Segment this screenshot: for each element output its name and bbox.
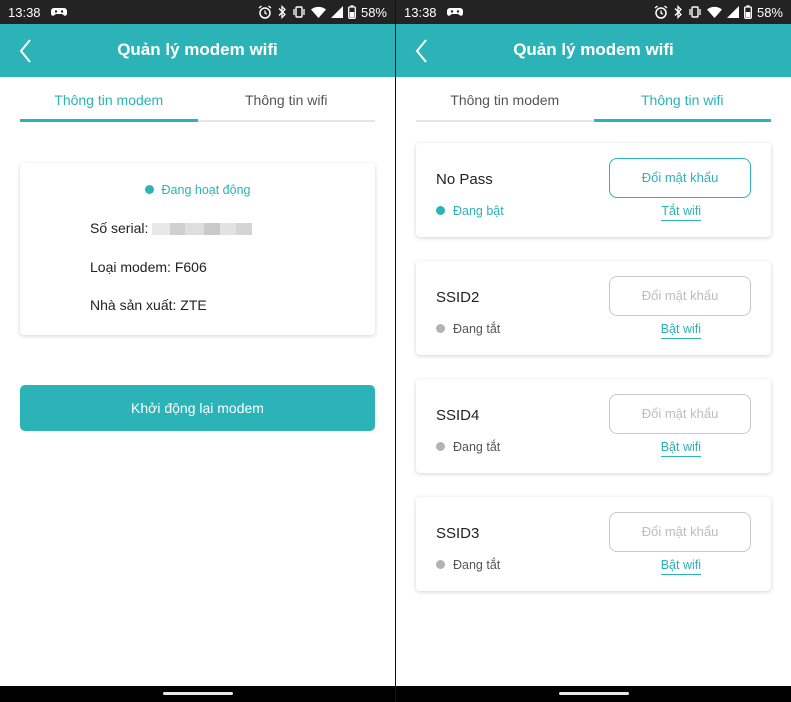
status-dot-icon xyxy=(436,324,445,334)
status-time: 13:38 xyxy=(8,4,41,20)
wifi-status: Đang bật xyxy=(436,204,504,218)
bluetooth-icon xyxy=(674,5,682,19)
status-dot-icon xyxy=(436,442,445,452)
toggle-wifi-link[interactable]: Bật wifi xyxy=(660,322,701,339)
signal-icon xyxy=(330,6,343,18)
tab-bar: Thông tin modem Thông tin wifi xyxy=(416,78,771,122)
change-password-button[interactable]: Đổi mật khẩu xyxy=(609,394,751,434)
page-title: Quản lý modem wifi xyxy=(117,40,278,59)
wifi-status: Đang tắt xyxy=(436,558,500,572)
app-bar: Quản lý modem wifi xyxy=(396,24,791,77)
tab-wifi-info[interactable]: Thông tin wifi xyxy=(593,78,772,122)
app-bar: Quản lý modem wifi xyxy=(0,24,395,77)
toggle-wifi-link[interactable]: Bật wifi xyxy=(660,440,701,457)
game-controller-icon xyxy=(50,8,67,16)
tab-modem-info[interactable]: Thông tin modem xyxy=(416,78,594,120)
wifi-icon xyxy=(706,6,722,18)
wifi-name: SSID3 xyxy=(436,525,480,542)
status-dot-icon xyxy=(436,206,445,216)
change-password-button[interactable]: Đổi mật khẩu xyxy=(609,158,751,198)
change-password-button[interactable]: Đổi mật khẩu xyxy=(609,512,751,552)
bluetooth-icon xyxy=(278,5,286,19)
battery-icon xyxy=(348,5,356,19)
alarm-icon xyxy=(654,5,668,19)
change-password-button[interactable]: Đổi mật khẩu xyxy=(609,276,751,316)
modem-info-screen: 13:38 58% Quản lý modem wifi Thông tin m… xyxy=(0,0,395,702)
wifi-name: SSID4 xyxy=(436,407,480,424)
signal-icon xyxy=(726,6,739,18)
vibrate-icon xyxy=(689,6,701,18)
page-title: Quản lý modem wifi xyxy=(513,40,674,59)
tab-bar: Thông tin modem Thông tin wifi xyxy=(20,78,375,122)
wifi-card: SSID3 Đang tắt Đổi mật khẩu Bật wifi xyxy=(416,497,771,591)
nav-bar xyxy=(396,686,791,702)
battery-percent: 58% xyxy=(360,4,387,20)
status-bar: 13:38 58% xyxy=(396,0,791,24)
wifi-card: No Pass Đang bật Đổi mật khẩu Tắt wifi xyxy=(416,143,771,237)
wifi-status: Đang tắt xyxy=(436,322,500,336)
status-dot-icon xyxy=(144,185,154,195)
tab-modem-info[interactable]: Thông tin modem xyxy=(20,78,198,122)
wifi-status-label: Đang tắt xyxy=(453,440,501,454)
wifi-icon xyxy=(310,6,326,18)
wifi-info-screen: 13:38 58% Quản lý modem wifi Thông tin m… xyxy=(396,0,791,702)
vibrate-icon xyxy=(293,6,305,18)
home-handle[interactable] xyxy=(162,692,233,695)
wifi-name: SSID2 xyxy=(436,289,480,306)
status-time: 13:38 xyxy=(404,4,437,20)
serial-label: Số serial: xyxy=(90,220,149,236)
toggle-wifi-link[interactable]: Bật wifi xyxy=(660,558,701,575)
toggle-wifi-link[interactable]: Tắt wifi xyxy=(661,204,701,221)
serial-row: Số serial: xyxy=(90,220,253,236)
wifi-card: SSID2 Đang tắt Đổi mật khẩu Bật wifi xyxy=(416,261,771,355)
battery-percent: 58% xyxy=(756,4,783,20)
modem-info-card: Đang hoạt động Số serial: Loại modem: F6… xyxy=(20,163,375,335)
serial-value-blurred xyxy=(152,223,253,236)
tab-wifi-info[interactable]: Thông tin wifi xyxy=(198,78,376,120)
status-bar: 13:38 58% xyxy=(0,0,395,24)
reboot-modem-button[interactable]: Khởi động lại modem xyxy=(20,385,375,431)
modem-status-label: Đang hoạt động xyxy=(161,183,251,197)
wifi-status-label: Đang tắt xyxy=(453,322,501,336)
battery-icon xyxy=(744,5,752,19)
modem-status: Đang hoạt động xyxy=(20,183,375,197)
wifi-status-label: Đang tắt xyxy=(453,558,501,572)
nav-bar xyxy=(0,686,395,702)
wifi-status-label: Đang bật xyxy=(453,204,504,218)
wifi-name: No Pass xyxy=(436,171,493,188)
home-handle[interactable] xyxy=(558,692,629,695)
status-dot-icon xyxy=(436,560,445,570)
alarm-icon xyxy=(258,5,272,19)
game-controller-icon xyxy=(446,8,463,16)
modem-type: Loại modem: F606 xyxy=(90,259,207,275)
wifi-status: Đang tắt xyxy=(436,440,500,454)
modem-maker: Nhà sản xuất: ZTE xyxy=(90,297,207,313)
wifi-card: SSID4 Đang tắt Đổi mật khẩu Bật wifi xyxy=(416,379,771,473)
